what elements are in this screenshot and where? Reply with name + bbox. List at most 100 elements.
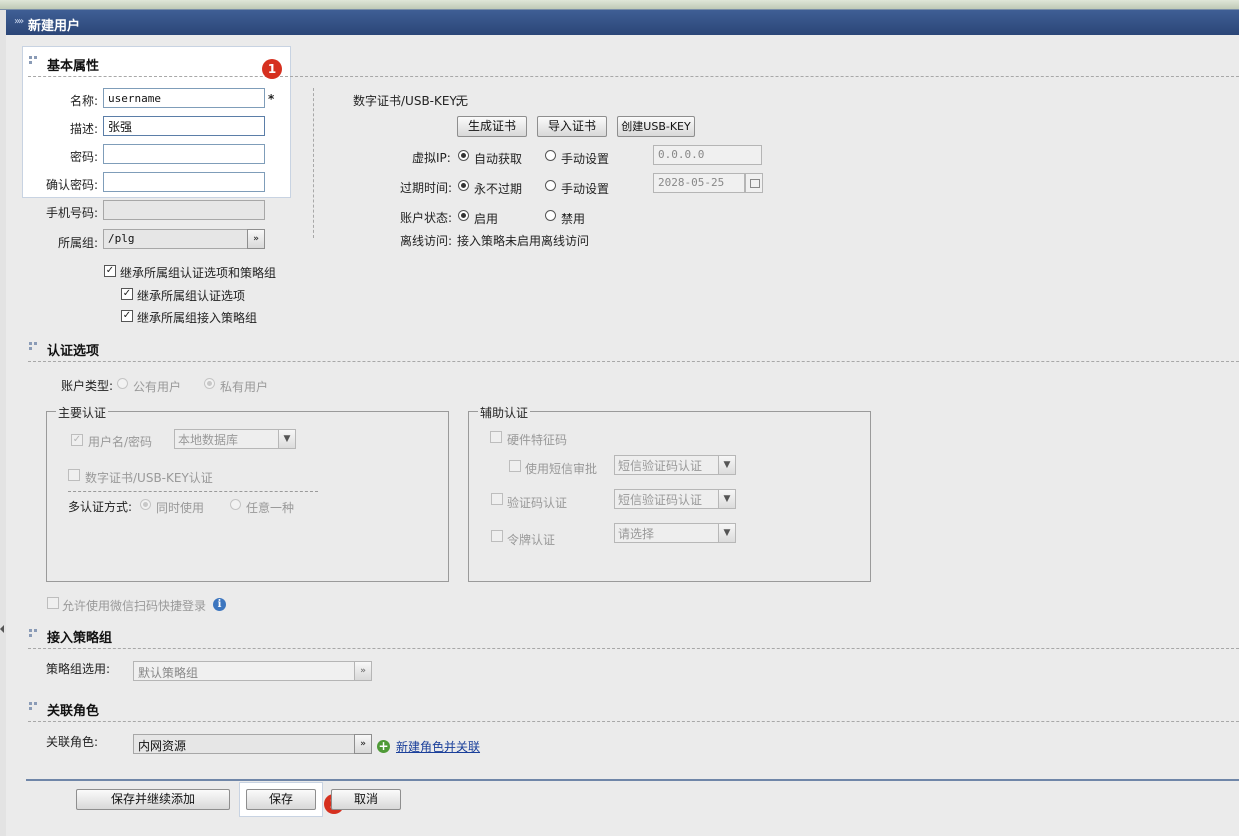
window-titlebar: »» 新建用户 — [6, 10, 1239, 35]
expire-manual-radio[interactable] — [545, 180, 556, 191]
multi-auth-label: 多认证方式: — [68, 500, 133, 514]
hardware-checkbox[interactable] — [490, 431, 502, 443]
role-picker-button[interactable]: » — [354, 734, 372, 754]
token-checkbox[interactable] — [491, 530, 503, 542]
captcha-select[interactable]: 短信验证码认证 ▼ — [614, 489, 736, 509]
virtual-ip-label: 虚拟IP: — [412, 151, 451, 165]
sms-approve-label: 使用短信审批 — [525, 462, 598, 476]
vip-auto-radio[interactable] — [458, 150, 469, 161]
section-divider — [28, 76, 288, 77]
chevron-down-icon: ▼ — [278, 430, 295, 448]
sms-approve-checkbox[interactable] — [509, 460, 521, 472]
create-usbkey-button[interactable]: 创建USB-KEY — [617, 116, 695, 137]
chevron-down-icon: ▼ — [718, 524, 735, 542]
status-enabled-radio[interactable] — [458, 210, 469, 221]
token-select[interactable]: 请选择 ▼ — [614, 523, 736, 543]
policy-picker-button[interactable]: » — [354, 661, 372, 681]
window-title: 新建用户 — [28, 19, 81, 34]
sms-approve-select-value: 短信验证码认证 — [618, 459, 703, 473]
section-grip-icon — [29, 629, 38, 638]
public-user-label: 公有用户 — [133, 380, 182, 394]
offline-access-value: 接入策略未启用离线访问 — [457, 234, 590, 248]
public-user-radio[interactable] — [117, 378, 128, 389]
password-input[interactable] — [103, 144, 265, 164]
account-status-label: 账户状态: — [400, 211, 453, 225]
section-divider — [28, 361, 1239, 362]
policy-input[interactable]: 默认策略组 — [133, 661, 355, 681]
role-label: 关联角色: — [46, 735, 99, 749]
policy-section-title: 接入策略组 — [47, 631, 113, 646]
group-label: 所属组: — [58, 236, 99, 250]
column-divider — [313, 88, 314, 238]
userpass-checkbox[interactable]: ✓ — [71, 434, 83, 446]
section-divider — [290, 76, 1239, 77]
collapse-left-icon — [0, 625, 4, 633]
basic-section-title: 基本属性 — [47, 59, 100, 74]
expire-date-input[interactable]: 2028-05-25 — [653, 173, 745, 193]
info-icon[interactable]: i — [213, 598, 226, 611]
userpass-label: 用户名/密码 — [88, 435, 153, 449]
cert-auth-label: 数字证书/USB-KEY认证 — [85, 471, 213, 485]
expire-never-radio[interactable] — [458, 180, 469, 191]
name-input[interactable] — [103, 88, 265, 108]
group-picker-button[interactable]: » — [247, 229, 265, 249]
desc-label: 描述: — [70, 122, 99, 136]
inherit-all-checkbox[interactable]: ✓ — [104, 265, 116, 277]
vip-input[interactable]: 0.0.0.0 — [653, 145, 762, 165]
footer-divider — [26, 779, 1239, 781]
role-input[interactable]: 内网资源 — [133, 734, 355, 754]
private-user-label: 私有用户 — [220, 380, 269, 394]
desc-input[interactable] — [103, 116, 265, 136]
status-disabled-label: 禁用 — [561, 212, 586, 226]
sms-approve-select[interactable]: 短信验证码认证 ▼ — [614, 455, 736, 475]
inherit-policy-label: 继承所属组接入策略组 — [137, 311, 258, 325]
inherit-auth-checkbox[interactable]: ✓ — [121, 288, 133, 300]
group-input[interactable]: /plg — [103, 229, 248, 249]
phone-label: 手机号码: — [46, 206, 99, 220]
new-role-link[interactable]: 新建角色并关联 — [396, 738, 480, 755]
status-enabled-label: 启用 — [474, 212, 499, 226]
phone-input[interactable] — [103, 200, 265, 220]
add-icon[interactable]: + — [377, 740, 390, 753]
cert-auth-checkbox[interactable] — [68, 469, 80, 481]
captcha-checkbox[interactable] — [491, 493, 503, 505]
confirm-password-label: 确认密码: — [46, 178, 99, 192]
multi-any-radio[interactable] — [230, 499, 241, 510]
save-continue-button[interactable]: 保存并继续添加 — [76, 789, 230, 810]
chevron-down-icon: ▼ — [718, 456, 735, 474]
inherit-auth-label: 继承所属组认证选项 — [137, 289, 246, 303]
name-label: 名称: — [70, 94, 99, 108]
expire-manual-label: 手动设置 — [561, 182, 610, 196]
vip-manual-radio[interactable] — [545, 150, 556, 161]
multi-any-label: 任意一种 — [246, 501, 295, 515]
inherit-policy-checkbox[interactable]: ✓ — [121, 310, 133, 322]
account-type-label: 账户类型: — [61, 379, 114, 393]
cancel-button[interactable]: 取消 — [331, 789, 401, 810]
generate-cert-button[interactable]: 生成证书 — [457, 116, 527, 137]
section-grip-icon — [29, 56, 38, 65]
side-collapse-handle[interactable] — [0, 615, 5, 645]
double-arrow-icon: » — [360, 666, 366, 676]
cert-label: 数字证书/USB-KEY: — [353, 94, 460, 108]
token-select-value: 请选择 — [618, 527, 655, 541]
wechat-login-checkbox[interactable] — [47, 597, 59, 609]
private-user-radio[interactable] — [204, 378, 215, 389]
required-mark: * — [268, 92, 275, 106]
token-label: 令牌认证 — [507, 533, 556, 547]
vip-auto-label: 自动获取 — [474, 152, 523, 166]
calendar-icon[interactable] — [745, 173, 763, 193]
double-arrow-icon: » — [253, 234, 259, 244]
import-cert-button[interactable]: 导入证书 — [537, 116, 607, 137]
userpass-source-value: 本地数据库 — [178, 433, 239, 447]
userpass-source-select[interactable]: 本地数据库 ▼ — [174, 429, 296, 449]
save-button[interactable]: 保存 — [246, 789, 316, 810]
confirm-password-input[interactable] — [103, 172, 265, 192]
status-disabled-radio[interactable] — [545, 210, 556, 221]
auth-section-title: 认证选项 — [47, 344, 100, 359]
section-divider — [28, 648, 1239, 649]
collapse-arrows-icon[interactable]: »» — [14, 16, 24, 27]
hardware-label: 硬件特征码 — [507, 433, 568, 447]
inherit-all-label: 继承所属组认证选项和策略组 — [120, 266, 277, 280]
multi-both-radio[interactable] — [140, 499, 151, 510]
expire-never-label: 永不过期 — [474, 182, 523, 196]
